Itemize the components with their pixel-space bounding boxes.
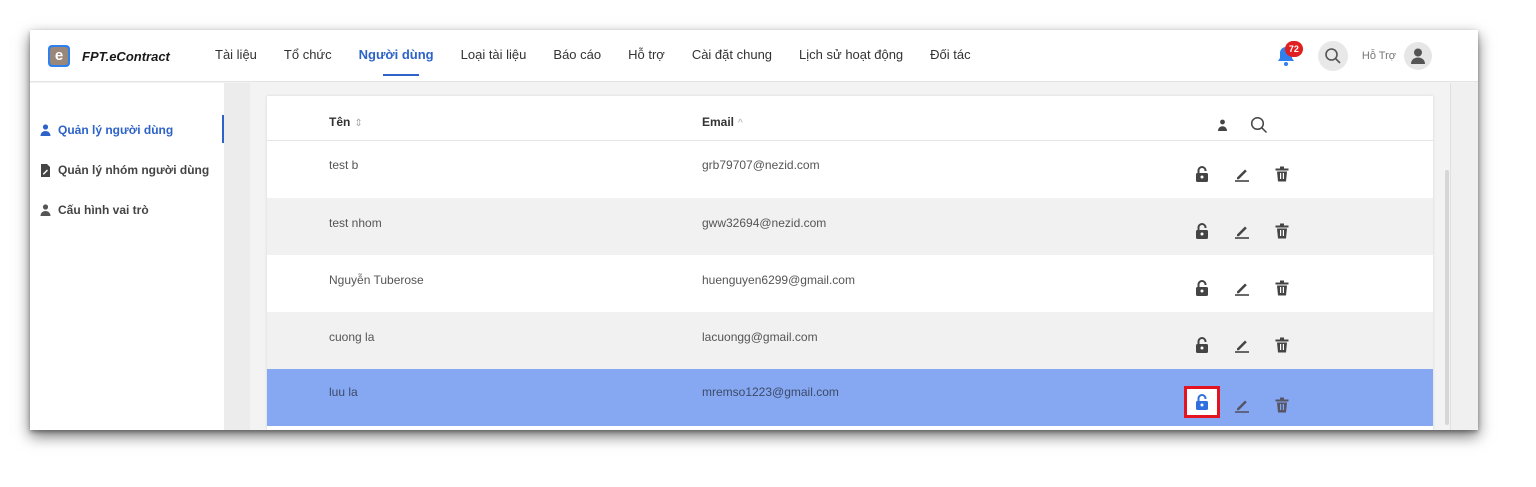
- row-actions: [1192, 164, 1312, 184]
- users-table: Tên⇕ Email^ test b grb79707@nezid.com: [267, 96, 1433, 430]
- delete-icon: [1275, 280, 1289, 296]
- unlock-button[interactable]: [1192, 335, 1212, 355]
- global-search-button[interactable]: [1317, 41, 1348, 71]
- sidebar-item-label: Cấu hình vai trò: [58, 203, 149, 217]
- sidebar-item-role-configuration[interactable]: Cấu hình vai trò: [40, 200, 149, 220]
- table-row[interactable]: test b grb79707@nezid.com: [267, 141, 1433, 198]
- column-header-name[interactable]: Tên ⇕: [329, 115, 363, 129]
- unlock-button-highlighted[interactable]: [1184, 386, 1220, 418]
- edit-icon: [1235, 400, 1249, 413]
- column-header-label: Email: [702, 115, 735, 129]
- edit-icon: [1235, 340, 1249, 353]
- app-window: e FPT.eContract Tài liệu Tổ chức Người d…: [30, 30, 1478, 430]
- column-header-email[interactable]: Email ^: [702, 115, 743, 129]
- row-actions: [1192, 278, 1312, 298]
- cell-email: mremso1223@gmail.com: [702, 385, 839, 399]
- edit-button[interactable]: [1232, 395, 1252, 415]
- person-filter-icon[interactable]: [1217, 119, 1228, 131]
- menu-item-support[interactable]: Hỗ trợ: [628, 30, 665, 82]
- vertical-scrollbar[interactable]: [1445, 170, 1449, 425]
- table-search-icon[interactable]: [1250, 116, 1268, 134]
- cell-email: lacuongg@gmail.com: [702, 330, 818, 344]
- column-header-label: Tên: [329, 115, 351, 129]
- cell-name: test b: [329, 158, 359, 172]
- menu-item-partners[interactable]: Đối tác: [930, 30, 970, 82]
- menu-item-general-settings[interactable]: Cài đặt chung: [692, 30, 772, 82]
- table-header-tools: [1217, 116, 1268, 134]
- delete-button[interactable]: [1272, 164, 1292, 184]
- delete-icon: [1275, 397, 1289, 413]
- delete-icon: [1275, 337, 1289, 353]
- delete-button[interactable]: [1272, 221, 1292, 241]
- nav-right-tools: 72 Hỗ Trợ: [1274, 40, 1432, 72]
- edit-button[interactable]: [1232, 335, 1252, 355]
- unlock-icon: [1196, 223, 1208, 239]
- delete-button[interactable]: [1272, 335, 1292, 355]
- user-icon: [1411, 48, 1425, 64]
- search-icon: [1325, 48, 1341, 64]
- right-panel-edge: [1450, 83, 1478, 430]
- cell-email: huenguyen6299@gmail.com: [702, 273, 855, 287]
- menu-item-documents[interactable]: Tài liệu: [215, 30, 257, 82]
- menu-item-document-types[interactable]: Loại tài liệu: [461, 30, 527, 82]
- row-actions: [1192, 335, 1312, 355]
- cell-email: gww32694@nezid.com: [702, 216, 827, 230]
- unlock-button[interactable]: [1192, 278, 1212, 298]
- user-avatar[interactable]: [1404, 42, 1432, 70]
- unlock-icon: [1196, 337, 1208, 353]
- edit-icon: [1235, 169, 1249, 182]
- row-actions: [1192, 221, 1312, 241]
- sidebar-item-user-management[interactable]: Quản lý người dùng: [40, 120, 173, 140]
- edit-button[interactable]: [1232, 278, 1252, 298]
- sidebar-item-label: Quản lý nhóm người dùng: [58, 163, 210, 177]
- brand-logo[interactable]: e FPT.eContract: [48, 45, 170, 67]
- econtract-logo-icon: e: [48, 45, 70, 67]
- sidebar: Quản lý người dùng Quản lý nhóm người dù…: [30, 83, 224, 430]
- notification-badge: 72: [1284, 41, 1303, 57]
- document-edit-icon: [41, 163, 50, 177]
- sort-icon: ⇕: [354, 118, 363, 129]
- unlock-button[interactable]: [1192, 221, 1212, 241]
- menu-item-reports[interactable]: Báo cáo: [553, 30, 601, 82]
- cell-name: Nguyễn Tuberose: [329, 273, 424, 287]
- sidebar-item-user-group-management[interactable]: Quản lý nhóm người dùng: [40, 160, 209, 180]
- person-icon: [40, 124, 51, 136]
- delete-icon: [1275, 223, 1289, 239]
- table-row-selected[interactable]: luu la mremso1223@gmail.com: [267, 369, 1433, 426]
- unlock-button[interactable]: [1192, 164, 1212, 184]
- table-header: Tên ⇕ Email ^: [267, 96, 1433, 141]
- unlock-icon: [1196, 166, 1208, 182]
- top-navigation-bar: e FPT.eContract Tài liệu Tổ chức Người d…: [30, 30, 1478, 82]
- delete-button[interactable]: [1272, 395, 1292, 415]
- menu-item-activity-history[interactable]: Lịch sử hoạt động: [799, 30, 903, 82]
- edit-button[interactable]: [1232, 221, 1252, 241]
- cell-email: grb79707@nezid.com: [702, 158, 820, 172]
- edit-icon: [1235, 226, 1249, 239]
- table-row[interactable]: Nguyễn Tuberose huenguyen6299@gmail.com: [267, 255, 1433, 312]
- cell-name: cuong la: [329, 330, 375, 344]
- brand-name: FPT.eContract: [82, 48, 170, 64]
- table-row[interactable]: test nhom gww32694@nezid.com: [267, 198, 1433, 255]
- table-row[interactable]: cuong la lacuongg@gmail.com: [267, 312, 1433, 369]
- delete-icon: [1275, 166, 1289, 182]
- main-menu: Tài liệu Tổ chức Người dùng Loại tài liệ…: [215, 30, 998, 82]
- unlock-icon: [1196, 394, 1208, 410]
- person-icon: [40, 204, 51, 216]
- unlock-icon: [1196, 280, 1208, 296]
- row-actions: [1184, 386, 1312, 418]
- user-name[interactable]: Hỗ Trợ: [1362, 50, 1396, 62]
- menu-item-users[interactable]: Người dùng: [359, 30, 434, 82]
- notification-button[interactable]: 72: [1274, 41, 1303, 68]
- sort-asc-icon: ^: [738, 118, 743, 129]
- edit-button[interactable]: [1232, 164, 1252, 184]
- menu-item-organization[interactable]: Tổ chức: [284, 30, 332, 82]
- delete-button[interactable]: [1272, 278, 1292, 298]
- edit-icon: [1235, 283, 1249, 296]
- content-gutter: [224, 83, 250, 430]
- cell-name: test nhom: [329, 216, 382, 230]
- sidebar-item-label: Quản lý người dùng: [58, 123, 174, 137]
- cell-name: luu la: [329, 385, 358, 399]
